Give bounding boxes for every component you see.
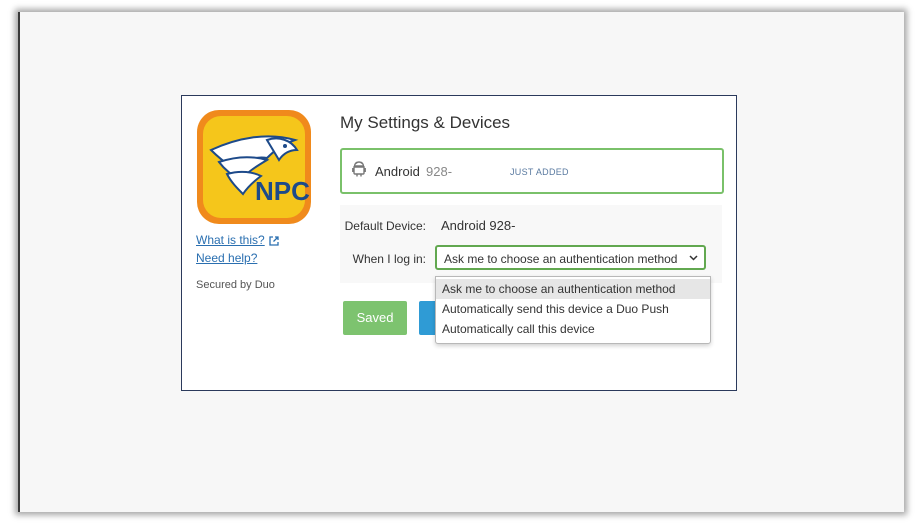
- chevron-down-icon: [689, 255, 698, 261]
- option-duo-push[interactable]: Automatically send this device a Duo Pus…: [436, 299, 710, 319]
- page-title: My Settings & Devices: [340, 113, 511, 132]
- device-name: Android: [375, 164, 420, 179]
- secured-by-duo: Secured by Duo: [196, 279, 275, 291]
- duo-frame: NPC What is this? Need help? Secured by …: [181, 95, 737, 391]
- device-card[interactable]: Android 928- JUST ADDED: [340, 148, 724, 194]
- login-method-select[interactable]: Ask me to choose an authentication metho…: [435, 245, 706, 270]
- option-call-device[interactable]: Automatically call this device: [436, 319, 710, 339]
- default-device-label: Default Device:: [344, 219, 426, 233]
- external-link-icon: [269, 236, 279, 246]
- just-added-badge: JUST ADDED: [510, 167, 569, 177]
- option-choose-method[interactable]: Ask me to choose an authentication metho…: [436, 279, 710, 299]
- device-settings: Default Device: Android 928- When I log …: [340, 205, 722, 283]
- need-help-link[interactable]: Need help?: [196, 251, 257, 265]
- default-device-value: Android 928-: [441, 218, 516, 233]
- npc-logo: NPC: [197, 110, 311, 224]
- login-method-dropdown: Ask me to choose an authentication metho…: [435, 276, 711, 344]
- login-method-selected: Ask me to choose an authentication metho…: [444, 252, 678, 266]
- device-number: 928-: [426, 164, 453, 179]
- when-i-log-in-label: When I log in:: [352, 252, 426, 266]
- saved-button[interactable]: Saved: [343, 301, 407, 335]
- what-is-this-label: What is this?: [196, 233, 265, 247]
- logo-text: NPC: [255, 176, 310, 206]
- what-is-this-link[interactable]: What is this?: [196, 233, 279, 247]
- android-icon: [352, 161, 366, 177]
